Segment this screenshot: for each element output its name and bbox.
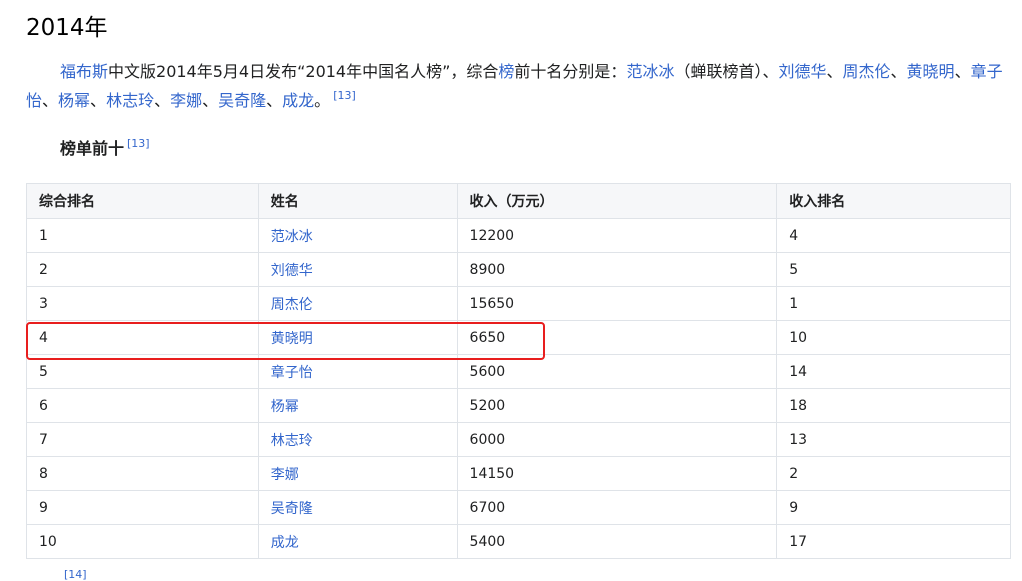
- cell-rank: 1: [26, 218, 259, 253]
- cell-rank: 6: [26, 388, 259, 423]
- cell-name: 刘德华: [257, 252, 458, 287]
- intro-sep: 、: [266, 91, 283, 110]
- cell-income: 6700: [456, 490, 778, 525]
- cell-income-rank: 9: [776, 490, 1011, 525]
- intro-link-name-4[interactable]: 黄晓明: [907, 62, 955, 81]
- cell-name: 杨幂: [257, 388, 458, 423]
- ranking-table: 综合排名 姓名 收入（万元） 收入排名 1 范冰冰 12200 4 2 刘德华 …: [26, 183, 1011, 559]
- cell-income-rank: 18: [776, 388, 1011, 423]
- cell-name: 周杰伦: [257, 286, 458, 321]
- intro-link-name-1[interactable]: 范冰冰: [626, 62, 674, 81]
- table-row: 6 杨幂 5200 18: [26, 388, 1011, 423]
- name-link[interactable]: 李娜: [271, 467, 299, 483]
- cell-income-rank: 2: [776, 456, 1011, 491]
- citation-ref[interactable]: [13]: [127, 137, 150, 150]
- section-title: 2014年: [26, 15, 108, 41]
- cell-rank: 4: [26, 320, 259, 355]
- subsection-title-text: 榜单前十: [60, 139, 125, 158]
- cell-name: 黄晓明: [257, 320, 458, 355]
- cell-income-rank: 1: [776, 286, 1011, 321]
- cell-income: 6000: [456, 422, 778, 457]
- cell-rank: 5: [26, 354, 259, 389]
- header-name: 姓名: [257, 183, 458, 219]
- cell-income: 5200: [456, 388, 778, 423]
- name-link[interactable]: 成龙: [271, 535, 299, 551]
- cell-income-rank: 10: [776, 320, 1011, 355]
- cell-name: 章子怡: [257, 354, 458, 389]
- intro-link-name-10[interactable]: 成龙: [282, 91, 314, 110]
- table-row: 1 范冰冰 12200 4: [26, 218, 1011, 253]
- cell-rank: 10: [26, 524, 259, 559]
- cell-income: 12200: [456, 218, 778, 253]
- table-row: 8 李娜 14150 2: [26, 456, 1011, 491]
- cell-income: 5400: [456, 524, 778, 559]
- intro-text-2: 前十名分别是：: [514, 62, 627, 81]
- header-overall-rank: 综合排名: [26, 183, 259, 219]
- name-link[interactable]: 吴奇隆: [271, 501, 313, 517]
- intro-link-name-7[interactable]: 林志玲: [106, 91, 154, 110]
- name-link[interactable]: 杨幂: [271, 399, 299, 415]
- name-link[interactable]: 周杰伦: [271, 297, 313, 313]
- cell-rank: 3: [26, 286, 259, 321]
- table-row: 7 林志玲 6000 13: [26, 422, 1011, 457]
- table-row: 9 吴奇隆 6700 9: [26, 490, 1011, 525]
- intro-link-name-6[interactable]: 杨幂: [58, 91, 90, 110]
- intro-sep: 、: [202, 91, 219, 110]
- cell-income-rank: 13: [776, 422, 1011, 457]
- citation-ref[interactable]: [13]: [333, 89, 356, 102]
- intro-text-1: 中文版2014年5月4日发布“2014年中国名人榜”，综合: [108, 62, 499, 81]
- cell-income: 6650: [456, 320, 778, 355]
- table-row: 4 黄晓明 6650 10: [26, 320, 1011, 355]
- intro-link-name-2[interactable]: 刘德华: [778, 62, 826, 81]
- name-link[interactable]: 黄晓明: [271, 331, 313, 347]
- cell-income-rank: 5: [776, 252, 1011, 287]
- link-forbes[interactable]: 福布斯: [60, 62, 108, 81]
- cell-name: 林志玲: [257, 422, 458, 457]
- subsection-title: 榜单前十 [13]: [60, 136, 150, 162]
- cell-income: 14150: [456, 456, 778, 491]
- cell-name: 吴奇隆: [257, 490, 458, 525]
- cell-income-rank: 4: [776, 218, 1011, 253]
- table-row: 10 成龙 5400 17: [26, 524, 1011, 559]
- intro-sep: 、: [954, 62, 971, 81]
- cell-income: 8900: [456, 252, 778, 287]
- intro-link-name-3[interactable]: 周杰伦: [843, 62, 891, 81]
- cell-name: 成龙: [257, 524, 458, 559]
- table-header-row: 综合排名 姓名 收入（万元） 收入排名: [26, 183, 1011, 219]
- cell-income-rank: 17: [776, 524, 1011, 559]
- name-link[interactable]: 范冰冰: [271, 229, 313, 245]
- intro-note-first: （蝉联榜首）: [674, 62, 763, 81]
- intro-sep: 、: [762, 62, 779, 81]
- table-row: 2 刘德华 8900 5: [26, 252, 1011, 287]
- intro-sep: 、: [154, 91, 171, 110]
- header-income-rank: 收入排名: [776, 183, 1011, 219]
- name-link[interactable]: 章子怡: [271, 365, 313, 381]
- intro-link-name-9[interactable]: 吴奇隆: [218, 91, 266, 110]
- cell-name: 李娜: [257, 456, 458, 491]
- link-bang[interactable]: 榜: [498, 62, 514, 81]
- intro-sep: 、: [90, 91, 107, 110]
- cell-rank: 7: [26, 422, 259, 457]
- cell-name: 范冰冰: [257, 218, 458, 253]
- table-row: 3 周杰伦 15650 1: [26, 286, 1011, 321]
- cell-income: 15650: [456, 286, 778, 321]
- intro-link-name-8[interactable]: 李娜: [170, 91, 202, 110]
- citation-ref[interactable]: [14]: [64, 568, 87, 581]
- cell-rank: 2: [26, 252, 259, 287]
- cell-income: 5600: [456, 354, 778, 389]
- name-link[interactable]: 林志玲: [271, 433, 313, 449]
- intro-sep: 、: [42, 91, 59, 110]
- header-income: 收入（万元）: [456, 183, 778, 219]
- intro-sep: 、: [826, 62, 843, 81]
- intro-end: 。: [314, 91, 331, 110]
- intro-sep: 、: [890, 62, 907, 81]
- cell-income-rank: 14: [776, 354, 1011, 389]
- intro-paragraph: 福布斯中文版2014年5月4日发布“2014年中国名人榜”，综合榜前十名分别是：…: [26, 57, 1016, 115]
- cell-rank: 8: [26, 456, 259, 491]
- cell-rank: 9: [26, 490, 259, 525]
- table-row: 5 章子怡 5600 14: [26, 354, 1011, 389]
- name-link[interactable]: 刘德华: [271, 263, 313, 279]
